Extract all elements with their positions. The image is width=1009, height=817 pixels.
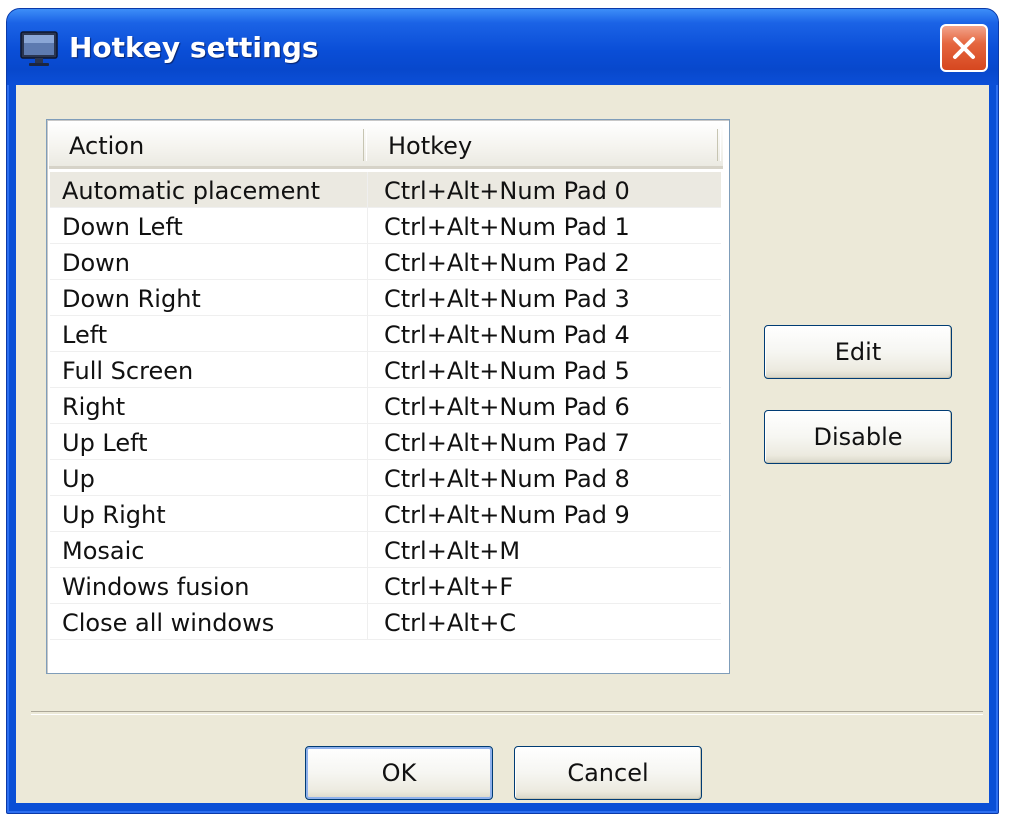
action-cell: Left xyxy=(62,321,108,349)
hotkey-cell: Ctrl+Alt+Num Pad 1 xyxy=(384,213,630,241)
column-header-action[interactable]: Action xyxy=(69,122,144,166)
cell-divider xyxy=(367,388,368,423)
hotkey-cell: Ctrl+Alt+F xyxy=(384,573,514,601)
edit-button[interactable]: Edit xyxy=(764,325,952,379)
table-row[interactable]: Windows fusion Ctrl+Alt+F xyxy=(50,568,721,604)
action-cell: Up xyxy=(62,465,95,493)
divider xyxy=(31,711,983,715)
cell-divider xyxy=(367,604,368,639)
dialog-window: Hotkey settings Action Hotkey Automatic … xyxy=(6,8,999,814)
window-title: Hotkey settings xyxy=(69,31,319,64)
cell-divider xyxy=(367,244,368,279)
cell-divider xyxy=(367,532,368,567)
hotkey-cell: Ctrl+Alt+Num Pad 8 xyxy=(384,465,630,493)
table-row[interactable]: Down Left Ctrl+Alt+Num Pad 1 xyxy=(50,208,721,244)
hotkey-cell: Ctrl+Alt+Num Pad 0 xyxy=(384,177,630,205)
cell-divider xyxy=(367,280,368,315)
cell-divider xyxy=(367,172,368,207)
column-header-hotkey[interactable]: Hotkey xyxy=(388,122,472,166)
action-cell: Right xyxy=(62,393,126,421)
cell-divider xyxy=(367,424,368,459)
table-row[interactable]: Up Left Ctrl+Alt+Num Pad 7 xyxy=(50,424,721,460)
table-row[interactable]: Mosaic Ctrl+Alt+M xyxy=(50,532,721,568)
hotkey-cell: Ctrl+Alt+M xyxy=(384,537,521,565)
action-cell: Up Right xyxy=(62,501,166,529)
title-bar[interactable]: Hotkey settings xyxy=(7,9,998,85)
column-divider[interactable] xyxy=(363,129,367,161)
table-row[interactable]: Down Right Ctrl+Alt+Num Pad 3 xyxy=(50,280,721,316)
table-row[interactable]: Up Right Ctrl+Alt+Num Pad 9 xyxy=(50,496,721,532)
table-row[interactable]: Close all windows Ctrl+Alt+C xyxy=(50,604,721,640)
ok-button[interactable]: OK xyxy=(305,746,493,800)
hotkey-cell: Ctrl+Alt+Num Pad 9 xyxy=(384,501,630,529)
disable-button[interactable]: Disable xyxy=(764,410,952,464)
close-button[interactable] xyxy=(940,24,988,72)
hotkey-cell: Ctrl+Alt+Num Pad 3 xyxy=(384,285,630,313)
action-cell: Up Left xyxy=(62,429,148,457)
cell-divider xyxy=(367,316,368,351)
hotkey-list[interactable]: Action Hotkey Automatic placement Ctrl+Al… xyxy=(46,119,730,674)
hotkey-cell: Ctrl+Alt+Num Pad 4 xyxy=(384,321,630,349)
table-row[interactable]: Up Ctrl+Alt+Num Pad 8 xyxy=(50,460,721,496)
cell-divider xyxy=(367,352,368,387)
cell-divider xyxy=(367,496,368,531)
table-row[interactable]: Automatic placement Ctrl+Alt+Num Pad 0 xyxy=(50,172,721,208)
action-cell: Full Screen xyxy=(62,357,194,385)
cell-divider xyxy=(367,568,368,603)
monitor-icon xyxy=(19,29,59,69)
hotkey-cell: Ctrl+Alt+Num Pad 5 xyxy=(384,357,630,385)
action-cell: Down xyxy=(62,249,131,277)
hotkey-cell: Ctrl+Alt+C xyxy=(384,609,517,637)
action-cell: Automatic placement xyxy=(62,177,321,205)
hotkey-cell: Ctrl+Alt+Num Pad 6 xyxy=(384,393,630,421)
column-divider[interactable] xyxy=(717,129,721,161)
list-rows: Automatic placement Ctrl+Alt+Num Pad 0 Dow… xyxy=(50,172,721,640)
cell-divider xyxy=(367,208,368,243)
list-header: Action Hotkey xyxy=(49,122,723,169)
dialog-body: Action Hotkey Automatic placement Ctrl+Al… xyxy=(16,85,989,803)
table-row[interactable]: Right Ctrl+Alt+Num Pad 6 xyxy=(50,388,721,424)
cell-divider xyxy=(367,460,368,495)
table-row[interactable]: Down Ctrl+Alt+Num Pad 2 xyxy=(50,244,721,280)
table-row[interactable]: Left Ctrl+Alt+Num Pad 4 xyxy=(50,316,721,352)
hotkey-cell: Ctrl+Alt+Num Pad 7 xyxy=(384,429,630,457)
action-cell: Down Left xyxy=(62,213,183,241)
action-cell: Down Right xyxy=(62,285,201,313)
action-cell: Windows fusion xyxy=(62,573,250,601)
cancel-button[interactable]: Cancel xyxy=(514,746,702,800)
action-cell: Mosaic xyxy=(62,537,145,565)
table-row[interactable]: Full Screen Ctrl+Alt+Num Pad 5 xyxy=(50,352,721,388)
action-cell: Close all windows xyxy=(62,609,275,637)
hotkey-cell: Ctrl+Alt+Num Pad 2 xyxy=(384,249,630,277)
